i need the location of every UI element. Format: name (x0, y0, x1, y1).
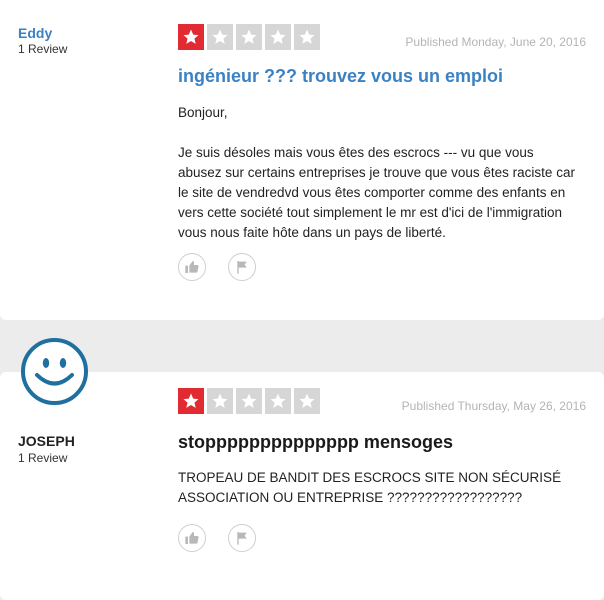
star-icon (236, 24, 262, 50)
published-date: Published Thursday, May 26, 2016 (401, 399, 586, 413)
star-icon (294, 388, 320, 414)
star-icon (178, 388, 204, 414)
review-paragraph: TROPEAU DE BANDIT DES ESCROCS SITE NON S… (178, 470, 562, 505)
thumbs-up-icon (185, 261, 199, 273)
star-icon (265, 388, 291, 414)
review-title[interactable]: stopppppppppppppp mensoges (178, 432, 453, 453)
review-paragraph: Bonjour, (178, 105, 228, 120)
reviewer-name[interactable]: JOSEPH (18, 433, 75, 449)
smiley-face-icon (35, 358, 74, 386)
avatar[interactable] (21, 338, 88, 405)
reviewer-review-count: 1 Review (18, 451, 68, 465)
star-icon (265, 24, 291, 50)
review-paragraph: Je suis désoles mais vous êtes des escro… (178, 145, 575, 240)
review-body: Bonjour, Je suis désoles mais vous êtes … (178, 103, 578, 263)
reviewer-name[interactable]: Eddy (18, 25, 52, 41)
star-icon (178, 24, 204, 50)
star-icon (236, 388, 262, 414)
review-title[interactable]: ingénieur ??? trouvez vous un emploi (178, 66, 503, 87)
flag-icon (237, 261, 247, 274)
star-icon (207, 24, 233, 50)
star-icon (207, 388, 233, 414)
thumbs-up-icon (185, 532, 199, 544)
star-rating (178, 388, 320, 414)
published-date: Published Monday, June 20, 2016 (405, 35, 586, 49)
star-icon (294, 24, 320, 50)
report-button[interactable] (228, 524, 256, 552)
review-body: TROPEAU DE BANDIT DES ESCROCS SITE NON S… (178, 468, 568, 528)
star-rating (178, 24, 320, 50)
report-button[interactable] (228, 253, 256, 281)
like-button[interactable] (178, 524, 206, 552)
reviewer-review-count: 1 Review (18, 42, 68, 56)
like-button[interactable] (178, 253, 206, 281)
flag-icon (237, 532, 247, 545)
